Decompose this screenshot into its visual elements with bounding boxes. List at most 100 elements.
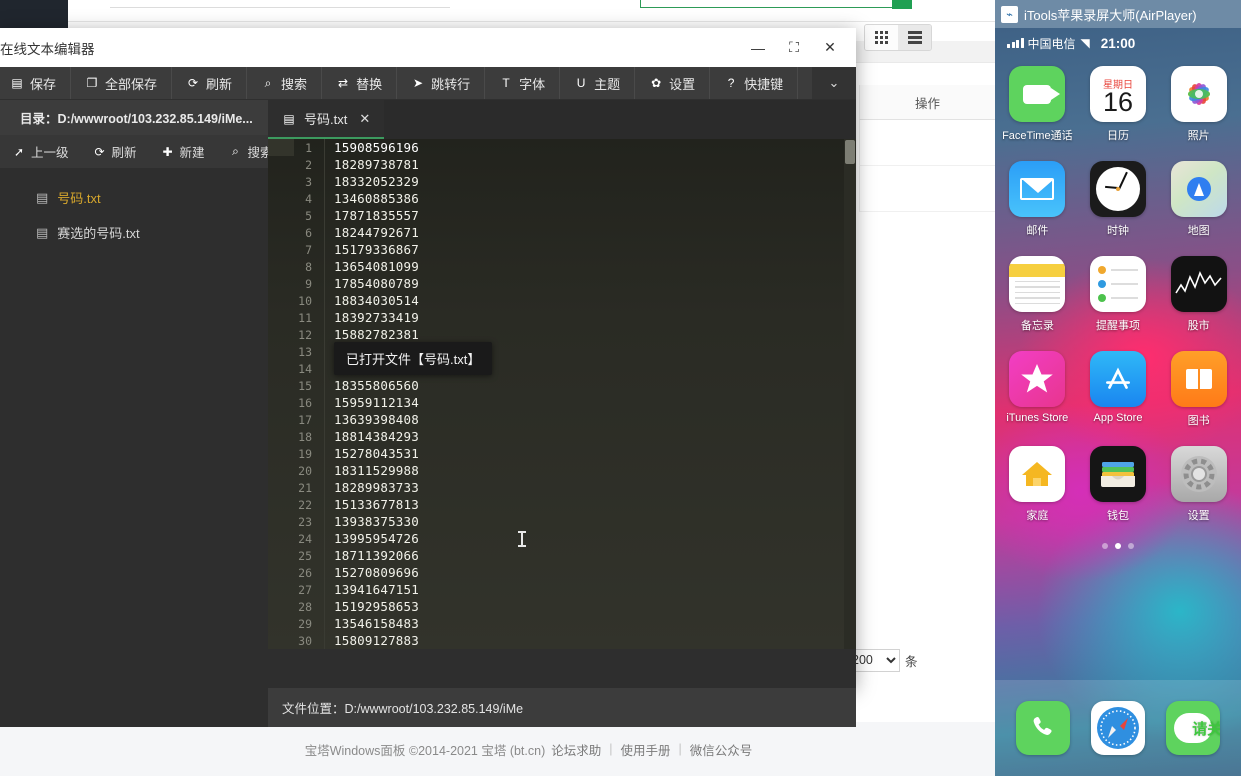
- toolbar-button-save[interactable]: ▤ 保存: [0, 67, 72, 99]
- toolbar-button-font[interactable]: T 字体: [485, 67, 561, 99]
- code-line[interactable]: 4 13460885386: [268, 190, 856, 207]
- line-content: 18289738781: [334, 157, 419, 172]
- app-calendar[interactable]: 星期日 16 日历: [1078, 66, 1159, 143]
- editor-scrollbar[interactable]: [844, 139, 856, 649]
- code-editor[interactable]: 1 15908596196 2 18289738781 3 18332052329 4 134…: [268, 139, 856, 649]
- page-dot-active[interactable]: [1115, 543, 1121, 549]
- code-line[interactable]: 19 15278043531: [268, 445, 856, 462]
- code-line[interactable]: 15 18355806560: [268, 377, 856, 394]
- code-line[interactable]: 9 17854080789: [268, 275, 856, 292]
- safari-icon[interactable]: [1090, 701, 1145, 755]
- code-line[interactable]: 22 15133677813: [268, 496, 856, 513]
- replace-icon: ⇄: [338, 76, 349, 90]
- tab-close-icon[interactable]: ✕: [359, 111, 370, 127]
- footer-link-manual[interactable]: 使用手册: [621, 740, 671, 759]
- toolbar-button-replace[interactable]: ⇄ 替换: [322, 67, 398, 99]
- maximize-button[interactable]: ⛶: [776, 33, 812, 63]
- code-line[interactable]: 5 17871835557: [268, 207, 856, 224]
- page-size-unit: 条: [905, 654, 918, 669]
- app-notes[interactable]: 备忘录: [997, 256, 1078, 333]
- code-line[interactable]: 8 13654081099: [268, 258, 856, 275]
- sidebar-toolbar[interactable]: ➚ 上一级 ⟳ 刷新 ✚ 新建 ⌕ 搜索: [0, 135, 273, 168]
- editor-tabs[interactable]: ▤ 号码.txt ✕: [268, 100, 856, 139]
- toolbar-button-theme[interactable]: U 主题: [560, 67, 636, 99]
- file-list-item-active[interactable]: ▤ 号码.txt: [0, 180, 268, 215]
- search-input[interactable]: [640, 0, 912, 8]
- file-list-item[interactable]: ▤ 赛选的号码.txt: [0, 215, 268, 250]
- app-facetime[interactable]: FaceTime通话: [997, 66, 1078, 143]
- toolbar-button-search[interactable]: ⌕ 搜索: [247, 67, 323, 99]
- code-line[interactable]: 26 15270809696: [268, 564, 856, 581]
- search-button[interactable]: [892, 0, 912, 9]
- code-line[interactable]: 30 15809127883: [268, 632, 856, 649]
- editor-tab-active[interactable]: ▤ 号码.txt ✕: [268, 100, 385, 139]
- page-dot[interactable]: [1128, 543, 1134, 549]
- toolbar-button-settings[interactable]: ✿ 设置: [635, 67, 711, 99]
- sidebar-button-new[interactable]: ✚ 新建: [149, 142, 217, 161]
- app-stocks[interactable]: 股市: [1158, 256, 1239, 333]
- status-time: 21:00: [1100, 35, 1136, 51]
- page-dot[interactable]: [1102, 543, 1108, 549]
- line-content: 13639398408: [334, 412, 419, 427]
- editor-statusbar: 文件位置：D:/wwwroot/103.232.85.149/iMe: [268, 688, 856, 727]
- list-view-button[interactable]: [898, 25, 931, 50]
- page-size-control[interactable]: 200 条: [845, 645, 995, 675]
- editor-toolbar[interactable]: ▤ 保存 ❐ 全部保存 ⟳ 刷新 ⌕ 搜索 ⇄ 替换 ➤ 跳转行 T 字体 U …: [0, 67, 856, 100]
- code-line[interactable]: 24 13995954726: [268, 530, 856, 547]
- app-itunes-store[interactable]: iTunes Store: [997, 351, 1078, 428]
- code-line[interactable]: 23 13938375330: [268, 513, 856, 530]
- window-controls[interactable]: — ⛶ ✕: [740, 28, 848, 67]
- close-button[interactable]: ✕: [812, 33, 848, 63]
- app-wallet[interactable]: 钱包: [1078, 446, 1159, 523]
- code-line[interactable]: 17 13639398408: [268, 411, 856, 428]
- app-home[interactable]: 家庭: [997, 446, 1078, 523]
- toolbar-button-goto-line[interactable]: ➤ 跳转行: [397, 67, 486, 99]
- iphone-screen[interactable]: 中国电信 ◥ 21:00 FaceTime通话 星期日 16 日历 照片 邮件 …: [995, 28, 1241, 776]
- code-line[interactable]: 18 18814384293: [268, 428, 856, 445]
- code-line[interactable]: 27 13941647151: [268, 581, 856, 598]
- code-line[interactable]: 25 18711392066: [268, 547, 856, 564]
- sidebar-button-refresh[interactable]: ⟳ 刷新: [81, 142, 149, 161]
- app-clock[interactable]: 时钟: [1078, 161, 1159, 238]
- code-line[interactable]: 29 13546158483: [268, 615, 856, 632]
- code-line[interactable]: 1 15908596196: [268, 139, 856, 156]
- toolbar-button-save-all[interactable]: ❐ 全部保存: [71, 67, 173, 99]
- sidebar-button-up-level[interactable]: ➚ 上一级: [0, 142, 81, 161]
- code-lines-container[interactable]: 1 15908596196 2 18289738781 3 18332052329 4 134…: [268, 139, 856, 649]
- code-line[interactable]: 3 18332052329: [268, 173, 856, 190]
- code-line[interactable]: 7 15179336867: [268, 241, 856, 258]
- home-screen-page-dots[interactable]: [995, 543, 1241, 549]
- code-line[interactable]: 20 18311529988: [268, 462, 856, 479]
- line-number: 5: [305, 208, 312, 223]
- footer-link-wechat[interactable]: 微信公众号: [690, 740, 753, 759]
- code-line[interactable]: 6 18244792671: [268, 224, 856, 241]
- app-reminders[interactable]: 提醒事项: [1078, 256, 1159, 333]
- code-line[interactable]: 21 18289983733: [268, 479, 856, 496]
- app-mail[interactable]: 邮件: [997, 161, 1078, 238]
- app-maps[interactable]: 地图: [1158, 161, 1239, 238]
- toolbar-expand-button[interactable]: ⌄: [812, 67, 856, 99]
- table-row[interactable]: [859, 120, 995, 166]
- footer-link-forum[interactable]: 论坛求助: [551, 740, 601, 759]
- code-line[interactable]: 11 18392733419: [268, 309, 856, 326]
- toolbar-button-shortcuts[interactable]: ? 快捷键: [710, 67, 799, 99]
- app-settings[interactable]: 设置: [1158, 446, 1239, 523]
- minimize-button[interactable]: —: [740, 33, 776, 63]
- code-line[interactable]: 16 15959112134: [268, 394, 856, 411]
- app-app-store[interactable]: App Store: [1078, 351, 1159, 428]
- app-books[interactable]: 图书: [1158, 351, 1239, 428]
- code-line[interactable]: 12 15882782381: [268, 326, 856, 343]
- code-line[interactable]: 28 15192958653: [268, 598, 856, 615]
- statusbar-left-filler: [0, 688, 268, 727]
- table-row[interactable]: [859, 166, 995, 212]
- editor-scrollbar-thumb[interactable]: [845, 140, 855, 164]
- code-line[interactable]: 10 18834030514: [268, 292, 856, 309]
- phone-icon[interactable]: [1015, 701, 1070, 755]
- toolbar-button-refresh[interactable]: ⟳ 刷新: [172, 67, 248, 99]
- view-toggle[interactable]: [864, 24, 932, 51]
- grid-view-button[interactable]: [865, 25, 898, 50]
- app-label: FaceTime通话: [1002, 130, 1073, 142]
- messages-icon[interactable]: 请关: [1166, 701, 1221, 755]
- code-line[interactable]: 2 18289738781: [268, 156, 856, 173]
- app-photos[interactable]: 照片: [1158, 66, 1239, 143]
